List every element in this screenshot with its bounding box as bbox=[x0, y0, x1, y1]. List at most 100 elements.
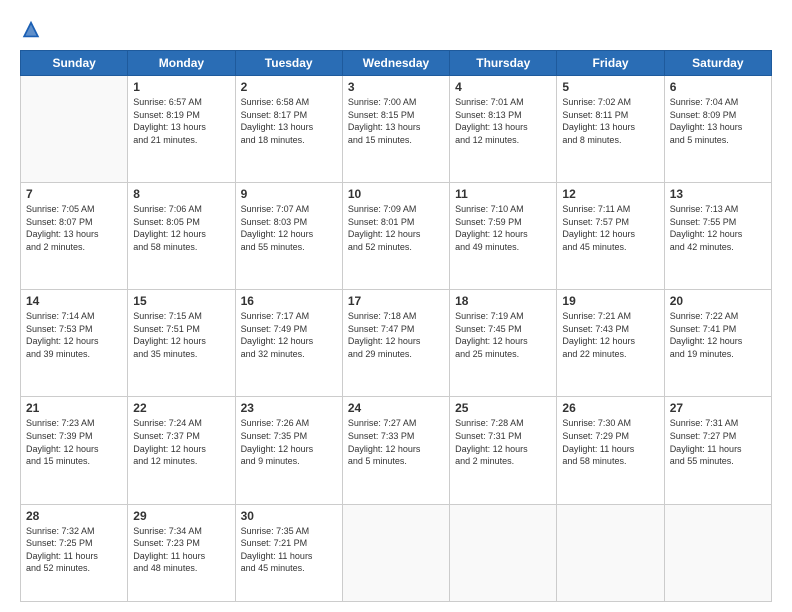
calendar-cell: 13Sunrise: 7:13 AM Sunset: 7:55 PM Dayli… bbox=[664, 183, 771, 290]
calendar-cell: 18 Sunrise: 7:19 AM Sunset: 7:45 PM Dayli… bbox=[450, 290, 557, 397]
calendar-cell: 17 Sunrise: 7:18 AM Sunset: 7:47 PM Dayli… bbox=[342, 290, 449, 397]
day-number: 7 bbox=[26, 187, 122, 201]
day-number: 6 bbox=[670, 80, 766, 94]
day-number: 19 bbox=[562, 294, 658, 308]
day-info: Sunrise: 7:18 AM Sunset: 7:47 PM Dayligh… bbox=[348, 310, 444, 360]
calendar-cell bbox=[21, 76, 128, 183]
day-number: 14 bbox=[26, 294, 122, 308]
day-info: Sunrise: 6:57 AM Sunset: 8:19 PM Dayligh… bbox=[133, 96, 229, 146]
day-info: Sunrise: 7:11 AM Sunset: 7:57 PM Dayligh… bbox=[562, 203, 658, 253]
day-number: 15 bbox=[133, 294, 229, 308]
calendar-cell bbox=[664, 504, 771, 601]
week-row-5: 28 Sunrise: 7:32 AM Sunset: 7:25 PM Dayli… bbox=[21, 504, 772, 601]
day-number: 18 bbox=[455, 294, 551, 308]
day-number: 25 bbox=[455, 401, 551, 415]
day-header-sunday: Sunday bbox=[21, 51, 128, 76]
day-info: Sunrise: 7:00 AM Sunset: 8:15 PM Dayligh… bbox=[348, 96, 444, 146]
day-info: Sunrise: 7:35 AM Sunset: 7:21 PM Dayligh… bbox=[241, 525, 337, 575]
calendar-cell bbox=[557, 504, 664, 601]
day-info: Sunrise: 7:07 AM Sunset: 8:03 PM Dayligh… bbox=[241, 203, 337, 253]
calendar-cell: 16 Sunrise: 7:17 AM Sunset: 7:49 PM Dayli… bbox=[235, 290, 342, 397]
day-info: Sunrise: 7:23 AM Sunset: 7:39 PM Dayligh… bbox=[26, 417, 122, 467]
calendar-cell: 15Sunrise: 7:15 AM Sunset: 7:51 PM Dayli… bbox=[128, 290, 235, 397]
week-row-1: 1 Sunrise: 6:57 AM Sunset: 8:19 PM Daylig… bbox=[21, 76, 772, 183]
header bbox=[20, 18, 772, 40]
day-header-thursday: Thursday bbox=[450, 51, 557, 76]
day-number: 16 bbox=[241, 294, 337, 308]
day-info: Sunrise: 7:22 AM Sunset: 7:41 PM Dayligh… bbox=[670, 310, 766, 360]
days-header-row: SundayMondayTuesdayWednesdayThursdayFrid… bbox=[21, 51, 772, 76]
day-info: Sunrise: 7:09 AM Sunset: 8:01 PM Dayligh… bbox=[348, 203, 444, 253]
day-number: 26 bbox=[562, 401, 658, 415]
day-number: 5 bbox=[562, 80, 658, 94]
day-info: Sunrise: 7:34 AM Sunset: 7:23 PM Dayligh… bbox=[133, 525, 229, 575]
calendar-cell: 3 Sunrise: 7:00 AM Sunset: 8:15 PM Daylig… bbox=[342, 76, 449, 183]
day-number: 1 bbox=[133, 80, 229, 94]
day-info: Sunrise: 7:10 AM Sunset: 7:59 PM Dayligh… bbox=[455, 203, 551, 253]
calendar-cell: 9 Sunrise: 7:07 AM Sunset: 8:03 PM Daylig… bbox=[235, 183, 342, 290]
day-number: 20 bbox=[670, 294, 766, 308]
day-number: 9 bbox=[241, 187, 337, 201]
day-number: 4 bbox=[455, 80, 551, 94]
day-info: Sunrise: 7:02 AM Sunset: 8:11 PM Dayligh… bbox=[562, 96, 658, 146]
day-info: Sunrise: 7:31 AM Sunset: 7:27 PM Dayligh… bbox=[670, 417, 766, 467]
logo-icon bbox=[20, 18, 42, 40]
week-row-2: 7Sunrise: 7:05 AM Sunset: 8:07 PM Daylig… bbox=[21, 183, 772, 290]
logo bbox=[20, 18, 46, 40]
calendar-cell: 7Sunrise: 7:05 AM Sunset: 8:07 PM Daylig… bbox=[21, 183, 128, 290]
day-info: Sunrise: 7:32 AM Sunset: 7:25 PM Dayligh… bbox=[26, 525, 122, 575]
day-header-tuesday: Tuesday bbox=[235, 51, 342, 76]
day-info: Sunrise: 7:21 AM Sunset: 7:43 PM Dayligh… bbox=[562, 310, 658, 360]
calendar-cell: 2 Sunrise: 6:58 AM Sunset: 8:17 PM Daylig… bbox=[235, 76, 342, 183]
day-number: 13 bbox=[670, 187, 766, 201]
calendar-cell: 19 Sunrise: 7:21 AM Sunset: 7:43 PM Dayli… bbox=[557, 290, 664, 397]
day-number: 8 bbox=[133, 187, 229, 201]
day-info: Sunrise: 7:17 AM Sunset: 7:49 PM Dayligh… bbox=[241, 310, 337, 360]
day-number: 30 bbox=[241, 509, 337, 523]
calendar-cell: 8Sunrise: 7:06 AM Sunset: 8:05 PM Daylig… bbox=[128, 183, 235, 290]
day-header-wednesday: Wednesday bbox=[342, 51, 449, 76]
day-info: Sunrise: 7:27 AM Sunset: 7:33 PM Dayligh… bbox=[348, 417, 444, 467]
calendar-cell: 12 Sunrise: 7:11 AM Sunset: 7:57 PM Dayli… bbox=[557, 183, 664, 290]
calendar-cell: 30 Sunrise: 7:35 AM Sunset: 7:21 PM Dayli… bbox=[235, 504, 342, 601]
day-info: Sunrise: 7:26 AM Sunset: 7:35 PM Dayligh… bbox=[241, 417, 337, 467]
day-number: 10 bbox=[348, 187, 444, 201]
day-number: 2 bbox=[241, 80, 337, 94]
calendar-cell: 1 Sunrise: 6:57 AM Sunset: 8:19 PM Daylig… bbox=[128, 76, 235, 183]
day-info: Sunrise: 7:19 AM Sunset: 7:45 PM Dayligh… bbox=[455, 310, 551, 360]
calendar-cell: 23 Sunrise: 7:26 AM Sunset: 7:35 PM Dayli… bbox=[235, 397, 342, 504]
calendar-cell: 20 Sunrise: 7:22 AM Sunset: 7:41 PM Dayli… bbox=[664, 290, 771, 397]
calendar-cell: 24Sunrise: 7:27 AM Sunset: 7:33 PM Dayli… bbox=[342, 397, 449, 504]
calendar-cell: 10 Sunrise: 7:09 AM Sunset: 8:01 PM Dayli… bbox=[342, 183, 449, 290]
calendar-cell bbox=[450, 504, 557, 601]
day-number: 22 bbox=[133, 401, 229, 415]
day-number: 3 bbox=[348, 80, 444, 94]
calendar-cell: 6Sunrise: 7:04 AM Sunset: 8:09 PM Daylig… bbox=[664, 76, 771, 183]
calendar-cell: 22Sunrise: 7:24 AM Sunset: 7:37 PM Dayli… bbox=[128, 397, 235, 504]
day-info: Sunrise: 7:14 AM Sunset: 7:53 PM Dayligh… bbox=[26, 310, 122, 360]
calendar-cell: 29 Sunrise: 7:34 AM Sunset: 7:23 PM Dayli… bbox=[128, 504, 235, 601]
day-info: Sunrise: 7:01 AM Sunset: 8:13 PM Dayligh… bbox=[455, 96, 551, 146]
calendar: SundayMondayTuesdayWednesdayThursdayFrid… bbox=[20, 50, 772, 602]
calendar-cell: 5 Sunrise: 7:02 AM Sunset: 8:11 PM Daylig… bbox=[557, 76, 664, 183]
calendar-cell: 28 Sunrise: 7:32 AM Sunset: 7:25 PM Dayli… bbox=[21, 504, 128, 601]
day-number: 23 bbox=[241, 401, 337, 415]
calendar-cell: 21 Sunrise: 7:23 AM Sunset: 7:39 PM Dayli… bbox=[21, 397, 128, 504]
day-header-monday: Monday bbox=[128, 51, 235, 76]
calendar-cell bbox=[342, 504, 449, 601]
day-number: 21 bbox=[26, 401, 122, 415]
day-header-saturday: Saturday bbox=[664, 51, 771, 76]
day-number: 29 bbox=[133, 509, 229, 523]
day-info: Sunrise: 7:30 AM Sunset: 7:29 PM Dayligh… bbox=[562, 417, 658, 467]
week-row-4: 21 Sunrise: 7:23 AM Sunset: 7:39 PM Dayli… bbox=[21, 397, 772, 504]
week-row-3: 14 Sunrise: 7:14 AM Sunset: 7:53 PM Dayli… bbox=[21, 290, 772, 397]
day-number: 28 bbox=[26, 509, 122, 523]
day-number: 17 bbox=[348, 294, 444, 308]
day-info: Sunrise: 6:58 AM Sunset: 8:17 PM Dayligh… bbox=[241, 96, 337, 146]
calendar-cell: 14 Sunrise: 7:14 AM Sunset: 7:53 PM Dayli… bbox=[21, 290, 128, 397]
page: SundayMondayTuesdayWednesdayThursdayFrid… bbox=[0, 0, 792, 612]
day-number: 12 bbox=[562, 187, 658, 201]
day-number: 11 bbox=[455, 187, 551, 201]
calendar-cell: 27Sunrise: 7:31 AM Sunset: 7:27 PM Dayli… bbox=[664, 397, 771, 504]
calendar-cell: 25Sunrise: 7:28 AM Sunset: 7:31 PM Dayli… bbox=[450, 397, 557, 504]
